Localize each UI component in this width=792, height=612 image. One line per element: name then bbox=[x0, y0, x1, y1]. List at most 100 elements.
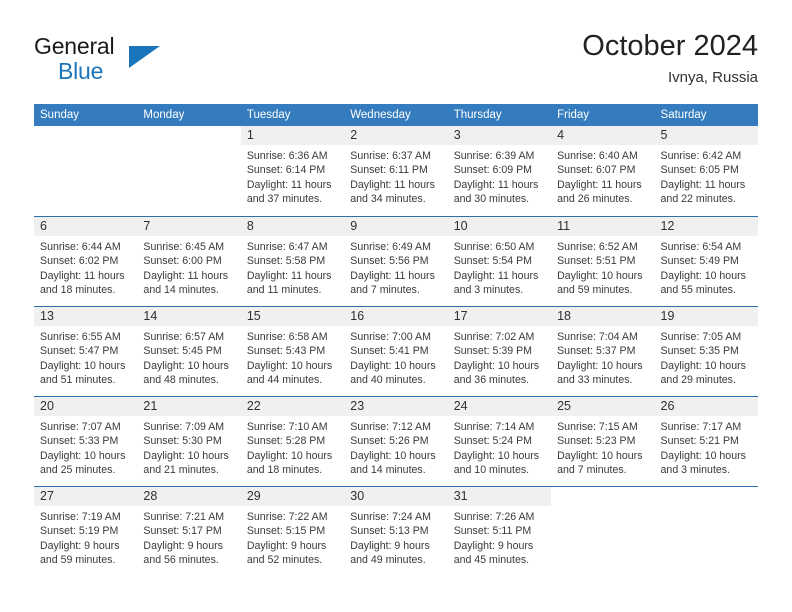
day-number[interactable]: 17 bbox=[447, 307, 552, 326]
day-cell[interactable]: Sunrise: 6:55 AM Sunset: 5:47 PM Daylight:… bbox=[34, 326, 137, 397]
day-number[interactable]: 12 bbox=[654, 217, 758, 236]
calendar-grid: Sunday Monday Tuesday Wednesday Thursday… bbox=[34, 104, 758, 576]
day-cell[interactable]: Sunrise: 7:14 AM Sunset: 5:24 PM Daylight:… bbox=[448, 416, 551, 487]
day-number[interactable]: 20 bbox=[34, 397, 138, 416]
sunrise-text: Sunrise: 6:57 AM bbox=[143, 331, 225, 343]
triangle-icon bbox=[129, 46, 160, 68]
day-cell[interactable]: Sunrise: 7:09 AM Sunset: 5:30 PM Daylight:… bbox=[137, 416, 240, 487]
day-cell[interactable]: Sunrise: 6:37 AM Sunset: 6:11 PM Daylight:… bbox=[344, 145, 447, 216]
day-number[interactable]: 7 bbox=[137, 217, 241, 236]
day-number-empty bbox=[551, 487, 655, 506]
sunset-text: Sunset: 5:37 PM bbox=[557, 345, 636, 358]
daylight-text: Daylight: 9 hours and 59 minutes. bbox=[40, 539, 120, 567]
daylight-text: Daylight: 10 hours and 3 minutes. bbox=[660, 449, 746, 477]
sunrise-text: Sunrise: 6:54 AM bbox=[660, 241, 742, 253]
sunrise-text: Sunrise: 6:40 AM bbox=[557, 150, 638, 162]
sunrise-text: Sunrise: 7:22 AM bbox=[246, 511, 328, 523]
week-day-number-row: 12345 bbox=[34, 126, 758, 145]
day-cell[interactable]: Sunrise: 6:58 AM Sunset: 5:43 PM Daylight:… bbox=[241, 326, 344, 397]
day-cell[interactable]: Sunrise: 6:57 AM Sunset: 5:45 PM Daylight:… bbox=[137, 326, 240, 397]
day-cell[interactable]: Sunrise: 7:21 AM Sunset: 5:17 PM Daylight:… bbox=[137, 506, 240, 577]
daylight-text: Daylight: 10 hours and 25 minutes. bbox=[40, 449, 126, 477]
day-number[interactable]: 3 bbox=[447, 126, 552, 145]
day-cell[interactable]: Sunrise: 6:42 AM Sunset: 6:05 PM Daylight:… bbox=[655, 145, 758, 216]
day-cell[interactable]: Sunrise: 6:50 AM Sunset: 5:54 PM Daylight:… bbox=[448, 236, 551, 307]
day-cell[interactable]: Sunrise: 7:15 AM Sunset: 5:23 PM Daylight:… bbox=[551, 416, 654, 487]
sunset-text: Sunset: 6:09 PM bbox=[453, 164, 533, 177]
day-cell[interactable]: Sunrise: 6:52 AM Sunset: 5:51 PM Daylight:… bbox=[551, 236, 654, 307]
day-number[interactable]: 26 bbox=[654, 397, 758, 416]
sunset-text: Sunset: 5:17 PM bbox=[143, 525, 222, 538]
week-day-number-row: 6 7 8 9 10 11 12 bbox=[34, 217, 758, 236]
sunrise-text: Sunrise: 7:17 AM bbox=[660, 421, 742, 433]
daylight-text: Daylight: 11 hours and 11 minutes. bbox=[246, 269, 332, 297]
sunset-text: Sunset: 5:13 PM bbox=[350, 525, 429, 538]
day-number[interactable]: 2 bbox=[344, 126, 448, 145]
day-cell[interactable]: Sunrise: 7:00 AM Sunset: 5:41 PM Daylight:… bbox=[344, 326, 447, 397]
daylight-text: Daylight: 10 hours and 18 minutes. bbox=[246, 449, 333, 477]
day-cell[interactable]: Sunrise: 7:04 AM Sunset: 5:37 PM Daylight:… bbox=[551, 326, 654, 397]
day-number[interactable]: 18 bbox=[551, 307, 655, 326]
day-number[interactable]: 30 bbox=[344, 487, 448, 506]
day-number[interactable]: 4 bbox=[551, 126, 655, 145]
day-number[interactable]: 14 bbox=[137, 307, 241, 326]
sunset-text: Sunset: 5:41 PM bbox=[350, 345, 429, 358]
day-cell[interactable]: Sunrise: 6:44 AM Sunset: 6:02 PM Daylight:… bbox=[34, 236, 137, 307]
day-cell-empty bbox=[137, 145, 240, 216]
day-cell[interactable]: Sunrise: 6:40 AM Sunset: 6:07 PM Daylight:… bbox=[551, 145, 654, 216]
day-cell[interactable]: Sunrise: 6:36 AM Sunset: 6:14 PM Daylight:… bbox=[241, 145, 344, 216]
day-cell[interactable]: Sunrise: 7:19 AM Sunset: 5:19 PM Daylight:… bbox=[34, 506, 137, 577]
day-cell[interactable]: Sunrise: 6:39 AM Sunset: 6:09 PM Daylight:… bbox=[448, 145, 551, 216]
day-cell[interactable]: Sunrise: 7:26 AM Sunset: 5:11 PM Daylight:… bbox=[448, 506, 551, 577]
day-cell-empty bbox=[34, 145, 137, 216]
day-cell[interactable]: Sunrise: 6:54 AM Sunset: 5:49 PM Daylight:… bbox=[655, 236, 758, 307]
day-number[interactable]: 23 bbox=[344, 397, 448, 416]
day-cell[interactable]: Sunrise: 7:07 AM Sunset: 5:33 PM Daylight:… bbox=[34, 416, 137, 487]
day-number[interactable]: 31 bbox=[447, 487, 552, 506]
daylight-text: Daylight: 10 hours and 36 minutes. bbox=[453, 359, 540, 387]
day-number[interactable]: 15 bbox=[240, 307, 345, 326]
sunrise-text: Sunrise: 7:09 AM bbox=[143, 421, 225, 433]
day-cell[interactable]: Sunrise: 6:49 AM Sunset: 5:56 PM Daylight:… bbox=[344, 236, 447, 307]
calendar-weeks: 1 2 3 4 5 Sunrise: 6:36 AM Sunset: 6:14 PM Dayl… bbox=[34, 126, 758, 576]
week-detail-row: Sunrise: 6:55 AM Sunset: 5:47 PM Daylight:… bbox=[34, 326, 758, 397]
daylight-text: Daylight: 9 hours and 52 minutes. bbox=[246, 539, 327, 567]
week-detail-row: Sunrise: 6:44 AM Sunset: 6:02 PM Daylight:… bbox=[34, 236, 758, 307]
day-cell[interactable]: Sunrise: 7:12 AM Sunset: 5:26 PM Daylight:… bbox=[344, 416, 447, 487]
sunrise-text: Sunrise: 6:49 AM bbox=[350, 241, 431, 253]
day-cell[interactable]: Sunrise: 6:45 AM Sunset: 6:00 PM Daylight:… bbox=[137, 236, 240, 307]
sunrise-text: Sunrise: 7:04 AM bbox=[557, 331, 638, 343]
day-number[interactable]: 5 bbox=[654, 126, 758, 145]
day-cell[interactable]: Sunrise: 7:05 AM Sunset: 5:35 PM Daylight:… bbox=[655, 326, 758, 397]
daylight-text: Daylight: 10 hours and 44 minutes. bbox=[246, 359, 333, 387]
day-cell[interactable]: Sunrise: 7:24 AM Sunset: 5:13 PM Daylight:… bbox=[344, 506, 447, 577]
day-number[interactable]: 10 bbox=[447, 217, 552, 236]
week-detail-row: Sunrise: 6:36 AM Sunset: 6:14 PM Daylight:… bbox=[34, 145, 758, 216]
sunrise-text: Sunrise: 7:07 AM bbox=[40, 421, 121, 433]
day-number[interactable]: 16 bbox=[344, 307, 448, 326]
day-number[interactable]: 1 bbox=[240, 126, 345, 145]
day-number[interactable]: 29 bbox=[240, 487, 345, 506]
day-number[interactable]: 28 bbox=[137, 487, 241, 506]
day-cell[interactable]: Sunrise: 6:47 AM Sunset: 5:58 PM Daylight:… bbox=[241, 236, 344, 307]
day-cell[interactable]: Sunrise: 7:22 AM Sunset: 5:15 PM Daylight:… bbox=[241, 506, 344, 577]
day-number[interactable]: 8 bbox=[240, 217, 345, 236]
day-number[interactable]: 21 bbox=[137, 397, 241, 416]
sunset-text: Sunset: 5:45 PM bbox=[143, 345, 222, 358]
day-number[interactable]: 13 bbox=[34, 307, 138, 326]
day-number[interactable]: 27 bbox=[34, 487, 138, 506]
day-number[interactable]: 11 bbox=[551, 217, 655, 236]
day-cell[interactable]: Sunrise: 7:02 AM Sunset: 5:39 PM Daylight:… bbox=[448, 326, 551, 397]
sunrise-text: Sunrise: 6:42 AM bbox=[660, 150, 742, 162]
day-number[interactable]: 22 bbox=[240, 397, 345, 416]
sunrise-text: Sunrise: 7:10 AM bbox=[246, 421, 328, 433]
day-number[interactable]: 19 bbox=[654, 307, 758, 326]
sunrise-text: Sunrise: 7:19 AM bbox=[40, 511, 121, 523]
day-number[interactable]: 6 bbox=[34, 217, 138, 236]
day-number[interactable]: 24 bbox=[447, 397, 552, 416]
title-block: October 2024 Ivnya, Russia bbox=[582, 28, 758, 89]
day-number[interactable]: 9 bbox=[344, 217, 448, 236]
day-cell[interactable]: Sunrise: 7:10 AM Sunset: 5:28 PM Daylight:… bbox=[241, 416, 344, 487]
day-cell[interactable]: Sunrise: 7:17 AM Sunset: 5:21 PM Daylight:… bbox=[655, 416, 758, 487]
day-number[interactable]: 25 bbox=[551, 397, 655, 416]
